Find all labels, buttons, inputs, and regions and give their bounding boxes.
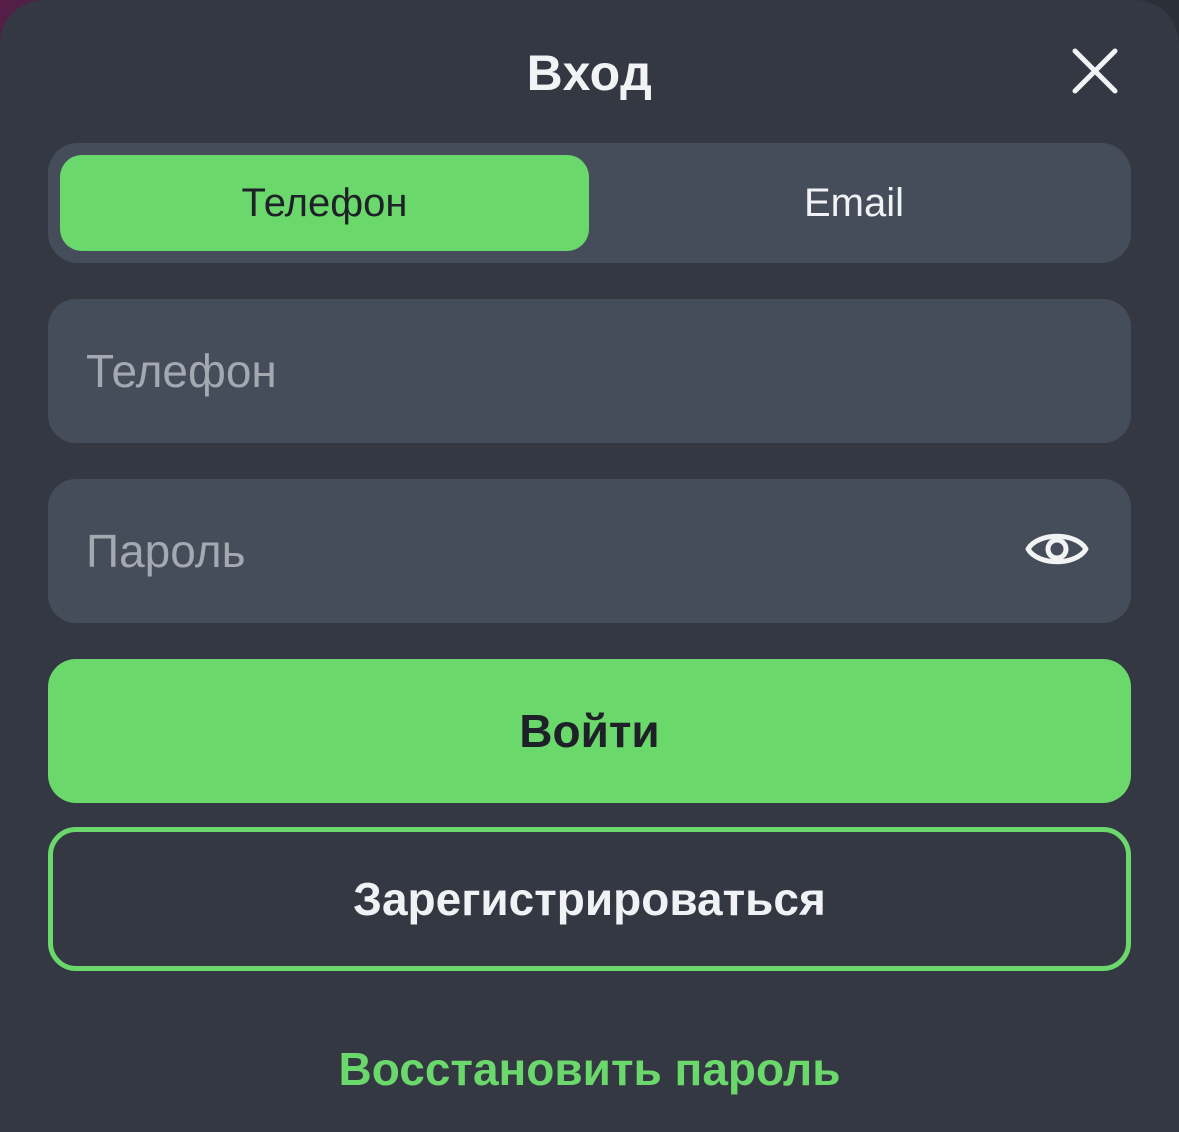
login-button[interactable]: Войти [48,659,1131,803]
close-button[interactable] [1066,44,1124,102]
password-field-container [48,479,1131,623]
phone-input[interactable] [86,299,986,443]
restore-password-link[interactable]: Восстановить пароль [0,1036,1179,1102]
register-button-label: Зарегистрироваться [353,873,826,925]
phone-field-container [48,299,1131,443]
login-button-label: Войти [519,705,660,757]
modal-title: Вход [526,45,653,101]
tab-phone[interactable]: Телефон [60,155,589,251]
login-modal: Вход Телефон Email Телефон Войти Зарегис… [0,0,1179,1132]
tab-phone-label: Телефон [241,180,408,225]
close-icon [1070,46,1120,101]
tab-email-label: Email [803,180,905,225]
password-input[interactable] [86,479,986,623]
login-method-switch: Телефон Email [48,143,1131,263]
show-password-button[interactable] [1022,519,1092,583]
eye-icon [1024,524,1090,579]
register-button[interactable]: Зарегистрироваться [48,827,1131,971]
tab-email[interactable]: Email [589,155,1119,251]
